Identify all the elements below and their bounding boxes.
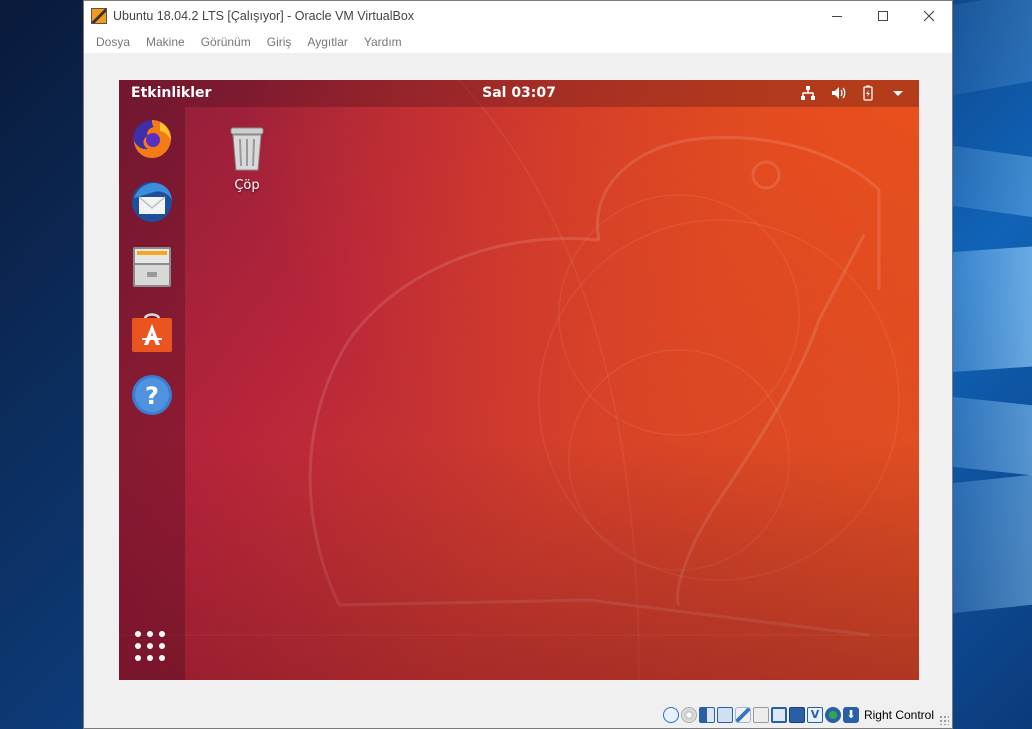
- hard-disk-icon[interactable]: [662, 707, 679, 723]
- display-icon[interactable]: [770, 707, 787, 723]
- files-icon[interactable]: [129, 244, 175, 290]
- battery-icon[interactable]: [859, 84, 877, 102]
- apps-grid-icon[interactable]: [135, 631, 169, 665]
- maximize-icon: [878, 11, 888, 21]
- mouse-integration-icon[interactable]: [824, 707, 841, 723]
- gnome-top-bar: Etkinlikler Sal 03:07: [119, 80, 919, 107]
- network-adapter-icon[interactable]: [716, 707, 733, 723]
- menu-arrow-icon[interactable]: [889, 84, 907, 102]
- maximize-button[interactable]: [860, 1, 906, 31]
- usb-icon[interactable]: [734, 707, 751, 723]
- menu-aygitlar[interactable]: Aygıtlar: [299, 35, 355, 49]
- menu-makine[interactable]: Makine: [138, 35, 193, 49]
- trash-desktop-icon[interactable]: Çöp: [227, 126, 267, 193]
- audio-icon[interactable]: [698, 707, 715, 723]
- minimize-button[interactable]: [814, 1, 860, 31]
- trash-icon: [230, 127, 264, 171]
- keyboard-capture-icon[interactable]: ⬇: [842, 707, 859, 723]
- optical-drive-icon[interactable]: [680, 707, 697, 723]
- menu-dosya[interactable]: Dosya: [88, 35, 138, 49]
- resize-grip[interactable]: [939, 715, 949, 725]
- virtualbox-app-icon: [91, 8, 107, 24]
- ubuntu-dock: ?: [119, 107, 185, 680]
- recording-icon[interactable]: [788, 707, 805, 723]
- menu-giris[interactable]: Giriş: [259, 35, 300, 49]
- help-icon[interactable]: ?: [129, 372, 175, 418]
- firefox-icon[interactable]: [129, 115, 175, 161]
- title-bar[interactable]: Ubuntu 18.04.2 LTS [Çalışıyor] - Oracle …: [84, 1, 952, 31]
- system-tray[interactable]: [799, 84, 907, 102]
- virtualbox-window: Ubuntu 18.04.2 LTS [Çalışıyor] - Oracle …: [83, 0, 953, 729]
- close-button[interactable]: [906, 1, 952, 31]
- menu-bar: Dosya Makine Görünüm Giriş Aygıtlar Yard…: [84, 31, 952, 53]
- ubuntu-software-icon[interactable]: [129, 308, 175, 354]
- svg-text:?: ?: [145, 382, 159, 410]
- close-icon: [923, 10, 935, 22]
- thunderbird-icon[interactable]: [129, 179, 175, 225]
- window-title: Ubuntu 18.04.2 LTS [Çalışıyor] - Oracle …: [113, 9, 415, 23]
- vm-display-area: Etkinlikler Sal 03:07 ? Çöp: [84, 53, 952, 704]
- trash-label: Çöp: [234, 178, 260, 193]
- network-icon[interactable]: [799, 84, 817, 102]
- guest-screen[interactable]: Etkinlikler Sal 03:07 ? Çöp: [119, 80, 919, 680]
- volume-icon[interactable]: [829, 84, 847, 102]
- virtualization-icon[interactable]: V: [806, 707, 823, 723]
- host-key-label: Right Control: [863, 708, 934, 722]
- status-bar: V ⬇ Right Control: [84, 703, 952, 728]
- menu-gorunum[interactable]: Görünüm: [193, 35, 259, 49]
- minimize-icon: [832, 15, 842, 17]
- menu-yardim[interactable]: Yardım: [356, 35, 410, 49]
- shared-folder-icon[interactable]: [752, 707, 769, 723]
